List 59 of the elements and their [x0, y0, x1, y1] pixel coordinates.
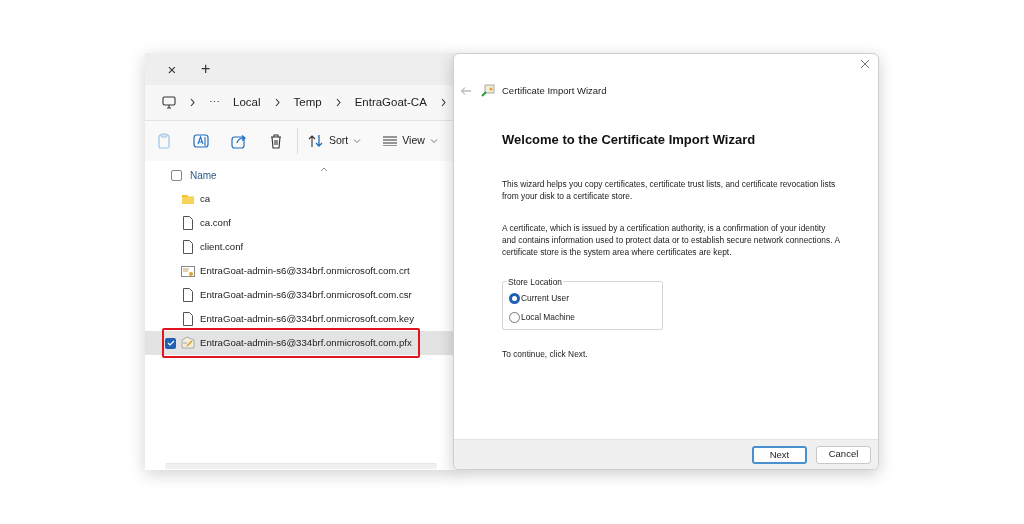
name-column-header[interactable]: Name: [190, 168, 217, 183]
radio-option[interactable]: Current User: [509, 290, 662, 306]
caret-icon: [353, 138, 362, 144]
file-row[interactable]: ca: [145, 187, 457, 211]
sort-button[interactable]: Sort: [308, 133, 362, 149]
file-icon: [181, 288, 195, 302]
file-row[interactable]: ca.conf: [145, 211, 457, 235]
radio-button[interactable]: [509, 292, 520, 304]
caret-icon: [429, 138, 438, 144]
radio-option[interactable]: Local Machine: [509, 309, 662, 325]
file-icon: [181, 312, 195, 326]
next-button[interactable]: Next: [752, 445, 807, 464]
checkmark-icon: [166, 340, 175, 346]
delete-icon[interactable]: [269, 133, 283, 149]
folder-icon: [181, 192, 195, 206]
certificate-key-icon: [181, 336, 195, 350]
file-name: EntraGoat-admin-s6@334brf.onmicrosoft.com.csr: [200, 287, 412, 302]
file-row[interactable]: EntraGoat-admin-s6@334brf.onmicrosoft.com.crt: [145, 259, 457, 283]
sort-caret-icon: [319, 167, 328, 172]
share-icon[interactable]: [231, 133, 247, 149]
breadcrumb-item[interactable]: Local: [233, 93, 261, 112]
list-view-icon: [383, 136, 398, 146]
close-tab-button[interactable]: ×: [165, 61, 179, 77]
sort-icon: [308, 134, 324, 148]
breadcrumb-item[interactable]: EntraGoat-CA: [354, 93, 427, 112]
breadcrumb-item[interactable]: Temp: [293, 93, 322, 112]
certificate-icon: [481, 84, 495, 98]
more-button[interactable]: ⋯: [209, 94, 220, 111]
cancel-button[interactable]: Cancel: [816, 445, 871, 464]
view-button[interactable]: View: [383, 133, 438, 149]
select-all-checkbox[interactable]: [171, 170, 182, 181]
file-row[interactable]: EntraGoat-admin-s6@334brf.onmicrosoft.com.key: [145, 307, 457, 331]
chevron-icon: [273, 98, 281, 107]
file-row[interactable]: EntraGoat-admin-s6@334brf.onmicrosoft.com.csr: [145, 283, 457, 307]
file-name: EntraGoat-admin-s6@334brf.onmicrosoft.com.crt: [200, 263, 410, 278]
file-icon: [181, 216, 195, 230]
horizontal-scrollbar[interactable]: [165, 463, 437, 469]
description-text: A certificate, which is issued by a certification authority, is a confirmation of your identity and contains information used to protect data or to establish secure network connections. A certificate store is the system area where certificates are kept.: [502, 221, 840, 258]
close-icon[interactable]: [860, 59, 870, 69]
file-name: ca.conf: [200, 215, 231, 230]
file-row[interactable]: client.conf: [145, 235, 457, 259]
checkbox[interactable]: [165, 337, 176, 349]
file-name: EntraGoat-admin-s6@334brf.onmicrosoft.com.key: [200, 311, 414, 326]
chevron-icon: [439, 98, 447, 107]
radio-button[interactable]: [509, 311, 520, 323]
chevron-icon: [189, 98, 196, 107]
file-name: client.conf: [200, 239, 244, 254]
new-tab-button[interactable]: +: [201, 61, 211, 77]
certificate-file-icon: [181, 264, 195, 278]
wizard-heading: Welcome to the Certificate Import Wizard: [502, 131, 757, 149]
instruction-text: To continue, click Next.: [502, 347, 589, 361]
chevron-icon: [334, 98, 342, 107]
file-name: EntraGoat-admin-s6@334brf.onmicrosoft.com.pfx: [200, 335, 412, 350]
rename-icon[interactable]: [193, 133, 209, 149]
file-icon: [181, 240, 195, 254]
description-text: This wizard helps you copy certificates, certificate trust lists, and certificate revocation lists from your disk to a certificate store.: [502, 177, 837, 202]
dialog-title: Certificate Import Wizard: [502, 83, 607, 98]
computer-icon[interactable]: [162, 96, 176, 109]
file-name: ca: [200, 191, 211, 206]
